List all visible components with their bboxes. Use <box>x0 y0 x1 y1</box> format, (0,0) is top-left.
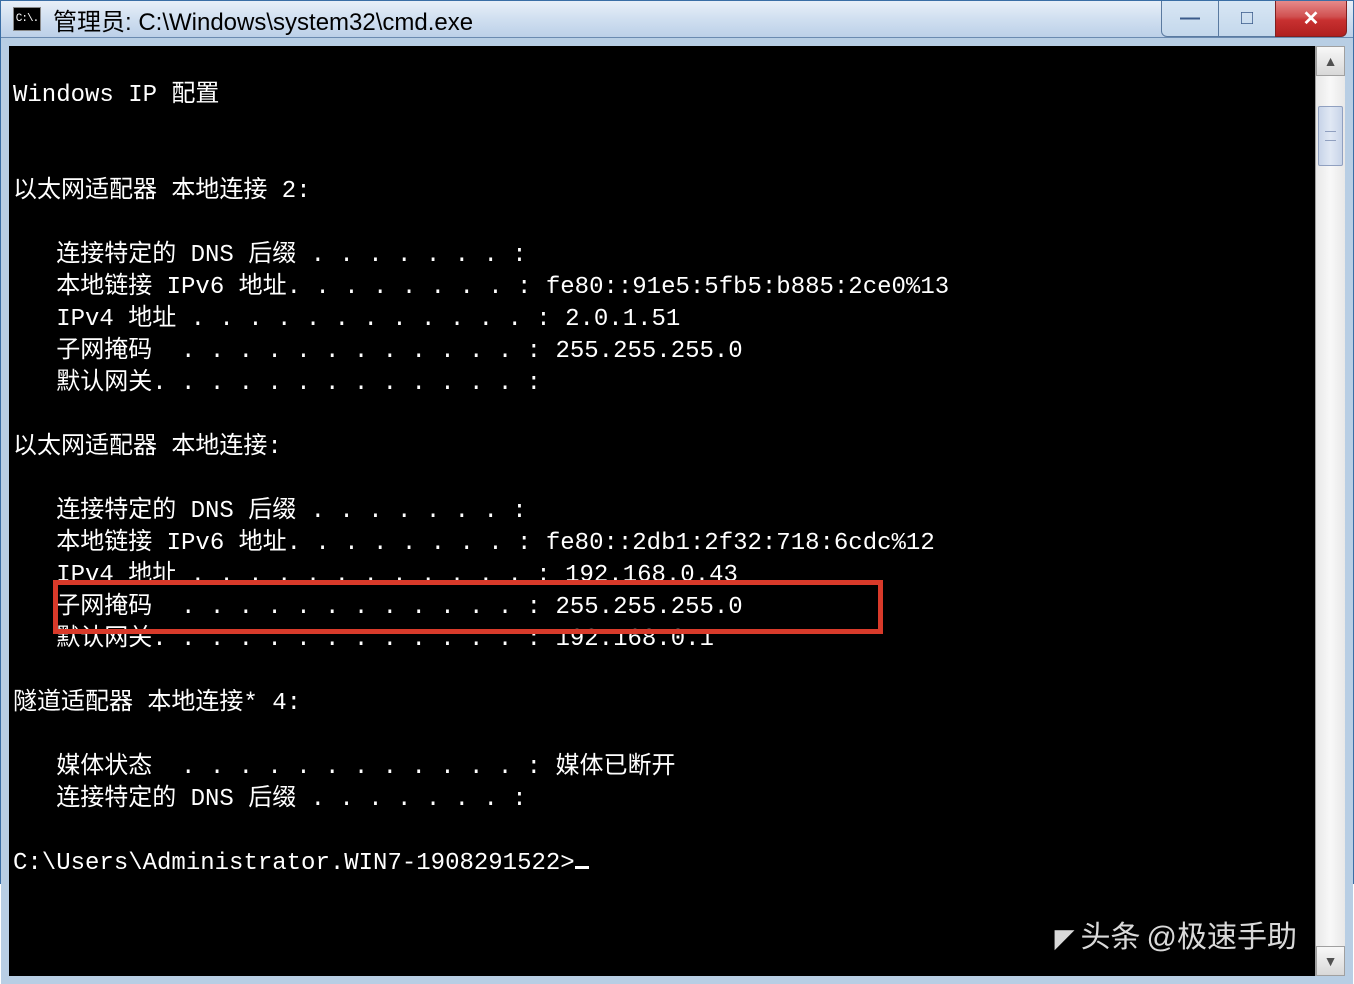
adapter1-dns: 连接特定的 DNS 后缀 . . . . . . . : <box>13 242 527 269</box>
cmd-window: C:\. 管理员: C:\Windows\system32\cmd.exe — … <box>0 0 1354 884</box>
vertical-scrollbar[interactable]: ▲ ▼ <box>1315 46 1345 976</box>
adapter1-ipv4: IPv4 地址 . . . . . . . . . . . . : 2.0.1.… <box>13 306 680 333</box>
client-area: Windows IP 配置 以太网适配器 本地连接 2: 连接特定的 DNS 后… <box>1 38 1353 984</box>
watermark-icon: ◤ <box>1055 922 1075 954</box>
watermark-prefix: 头条 <box>1081 922 1141 954</box>
scroll-up-button[interactable]: ▲ <box>1316 46 1345 76</box>
minimize-button[interactable]: — <box>1161 1 1219 37</box>
adapter2-subnet: 子网掩码 . . . . . . . . . . . . : 255.255.2… <box>13 594 743 621</box>
watermark-text: @极速手助 <box>1147 922 1297 954</box>
cmd-icon: C:\. <box>13 7 41 31</box>
watermark: ◤ 头条 @极速手助 <box>1055 922 1297 954</box>
adapter1-subnet: 子网掩码 . . . . . . . . . . . . : 255.255.2… <box>13 338 743 365</box>
tunnel-dns: 连接特定的 DNS 后缀 . . . . . . . : <box>13 786 527 813</box>
adapter2-dns: 连接特定的 DNS 后缀 . . . . . . . : <box>13 498 527 525</box>
adapter1-gateway: 默认网关. . . . . . . . . . . . . : <box>13 370 541 397</box>
console-output[interactable]: Windows IP 配置 以太网适配器 本地连接 2: 连接特定的 DNS 后… <box>9 46 1315 976</box>
scroll-track[interactable] <box>1316 76 1345 946</box>
adapter2-gateway: 默认网关. . . . . . . . . . . . . : 192.168.… <box>13 626 714 653</box>
ipconfig-header: Windows IP 配置 <box>13 82 219 109</box>
window-title: 管理员: C:\Windows\system32\cmd.exe <box>53 2 1161 37</box>
cursor <box>575 866 589 869</box>
scroll-down-button[interactable]: ▼ <box>1316 946 1345 976</box>
tunnel-title: 隧道适配器 本地连接* 4: <box>13 690 301 717</box>
adapter1-title: 以太网适配器 本地连接 2: <box>13 178 311 205</box>
adapter2-ipv6: 本地链接 IPv6 地址. . . . . . . . : fe80::2db1… <box>13 530 935 557</box>
scroll-thumb[interactable] <box>1318 106 1343 166</box>
window-controls: — □ ✕ <box>1161 1 1347 37</box>
close-button[interactable]: ✕ <box>1275 1 1347 37</box>
tunnel-media: 媒体状态 . . . . . . . . . . . . : 媒体已断开 <box>13 754 675 781</box>
adapter2-ipv4: IPv4 地址 . . . . . . . . . . . . : 192.16… <box>13 562 738 589</box>
adapter2-title: 以太网适配器 本地连接: <box>13 434 282 461</box>
maximize-button[interactable]: □ <box>1218 1 1276 37</box>
title-bar[interactable]: C:\. 管理员: C:\Windows\system32\cmd.exe — … <box>1 1 1353 38</box>
command-prompt: C:\Users\Administrator.WIN7-1908291522> <box>13 850 575 877</box>
adapter1-ipv6: 本地链接 IPv6 地址. . . . . . . . : fe80::91e5… <box>13 274 949 301</box>
